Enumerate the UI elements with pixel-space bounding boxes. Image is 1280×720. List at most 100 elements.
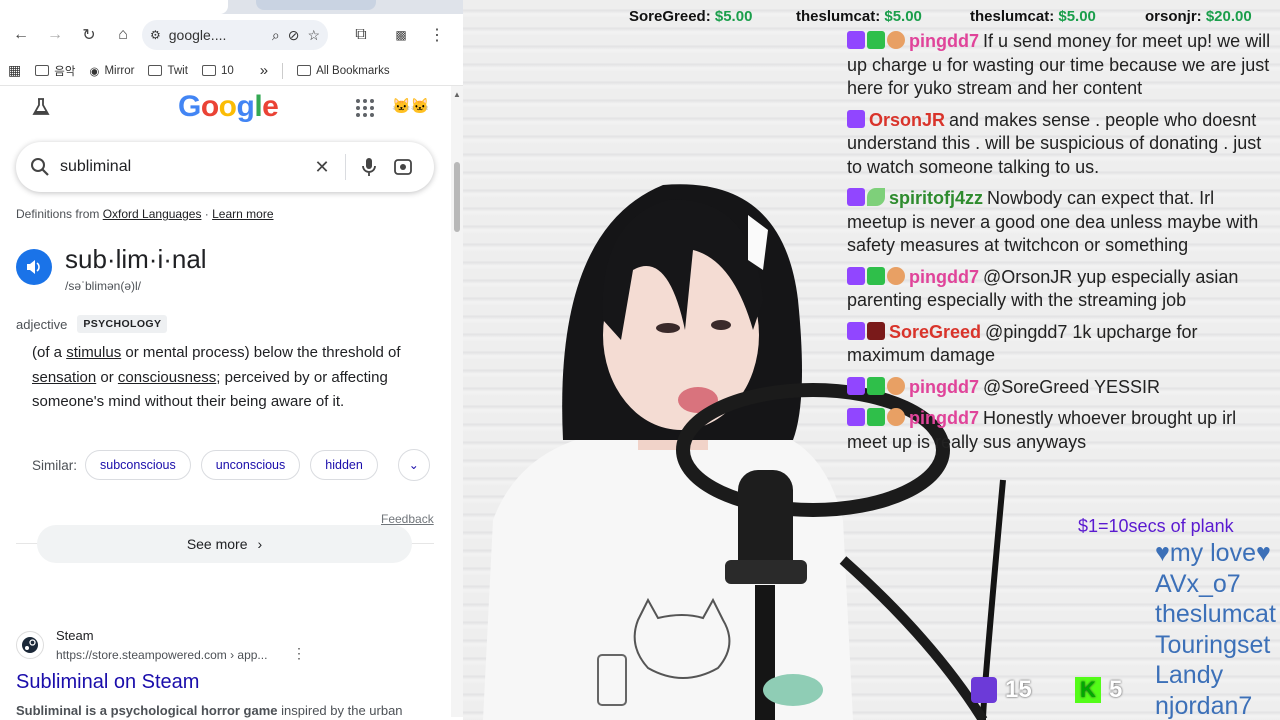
chat-username: pingdd7 — [909, 408, 979, 428]
donor-name: SoreGreed: — [629, 8, 711, 25]
chat-message: SoreGreed @pingdd7 1k upcharge for maximu… — [847, 321, 1277, 368]
bookmarks-overflow-button[interactable]: » — [260, 62, 268, 79]
donor-name: theslumcat: — [970, 8, 1055, 25]
all-bookmarks[interactable]: All Bookmarks — [297, 65, 390, 77]
zoom-icon[interactable]: ⌕ — [272, 27, 280, 44]
result-url[interactable]: https://store.steampowered.com › app... — [56, 648, 267, 662]
scrollbar[interactable]: ▲ — [451, 86, 463, 717]
camera-lens-icon[interactable] — [386, 150, 420, 184]
bookmark-label: 음악 — [54, 65, 76, 78]
site-info-icon[interactable]: ⚙ — [150, 28, 161, 42]
def-link-stimulus[interactable]: stimulus — [66, 344, 121, 361]
google-logo[interactable]: Google — [178, 90, 279, 124]
chat-badge-icon — [887, 31, 905, 49]
extensions-icon[interactable]: ⧉ — [346, 20, 376, 50]
tab-secondary[interactable] — [256, 0, 376, 10]
scroll-up-icon[interactable]: ▲ — [453, 90, 461, 99]
home-icon[interactable]: ⌂ — [108, 20, 138, 50]
def-link-sensation[interactable]: sensation — [32, 369, 96, 386]
def-text: (of a — [32, 344, 67, 361]
folder-icon — [35, 65, 50, 76]
chat-badge-icon — [887, 266, 905, 285]
bookmark-label: Mirror — [104, 64, 135, 77]
see-more-button[interactable]: See more › — [37, 525, 412, 563]
part-of-speech: adjective — [16, 316, 68, 332]
labs-flask-icon[interactable] — [30, 96, 52, 118]
similar-label: Similar: — [32, 457, 78, 473]
chat-message: pingdd7 If u send money for meet up! we w… — [847, 30, 1277, 101]
stream-video: SoreGreed: $5.00 theslumcat: $5.00 thesl… — [463, 0, 1280, 720]
chat-badge-icon — [887, 408, 905, 426]
chat-message: pingdd7 @OrsonJR yup especially asian par… — [847, 266, 1277, 313]
definition-text: (of a stimulus or mental process) below … — [32, 341, 430, 415]
similar-chip[interactable]: unconscious — [200, 450, 301, 480]
reload-icon[interactable]: ↻ — [74, 20, 104, 50]
chat-username: SoreGreed — [889, 321, 982, 342]
browser-toolbar: ← → ↻ ⌂ ⚙ google.... ⌕ ⊘ ☆ ⧉ ▩ ⋮ — [0, 14, 463, 56]
oxford-link[interactable]: Oxford Languages — [103, 207, 202, 221]
donation-amount: $5.00 — [714, 8, 753, 25]
chevron-down-icon[interactable]: ⌄ — [397, 449, 430, 481]
chat-badge-icon — [867, 31, 885, 49]
forward-icon[interactable]: → — [40, 20, 70, 50]
kick-viewers: 5 — [1109, 676, 1123, 703]
feedback-link[interactable]: Feedback — [381, 512, 434, 526]
microphone-icon[interactable] — [352, 150, 386, 184]
bookmark-music[interactable]: 음악 — [35, 63, 75, 79]
def-text: or — [96, 368, 118, 386]
bookmark-twit[interactable]: Twit — [148, 64, 188, 77]
clear-icon[interactable]: ✕ — [305, 150, 339, 184]
def-link-consciousness[interactable]: consciousness — [118, 369, 216, 386]
apps-grid-icon[interactable]: ▦ — [8, 62, 21, 79]
chat-badges — [847, 266, 905, 285]
chat-text: @SoreGreed YESSIR — [983, 376, 1161, 397]
more-options-icon[interactable]: ⋮ — [292, 645, 306, 662]
chat-badge-icon — [847, 321, 865, 340]
bookmark-label: Twit — [167, 64, 188, 77]
scrollbar-thumb[interactable] — [454, 162, 460, 232]
part-of-speech-row: adjective PSYCHOLOGY — [16, 315, 168, 333]
chat-badge-icon — [847, 408, 865, 426]
chat-badge-icon — [847, 31, 865, 49]
divider — [345, 154, 346, 180]
chat-badge-icon — [847, 266, 865, 285]
chat-badge-icon — [867, 266, 885, 285]
address-bar[interactable]: ⚙ google.... ⌕ ⊘ ☆ — [142, 20, 328, 50]
google-header: Google 🐱🐱 — [0, 86, 450, 134]
profile-icon[interactable]: ▩ — [386, 20, 416, 50]
google-apps-icon[interactable] — [356, 99, 374, 117]
chat-badge-icon — [847, 188, 865, 206]
chat-badge-icon — [847, 109, 865, 128]
folder-icon — [297, 65, 312, 76]
donation-item: SoreGreed: $5.00 — [629, 8, 752, 25]
chevron-right-icon: › — [257, 536, 263, 552]
chat-username: pingdd7 — [909, 266, 979, 287]
eye-off-icon[interactable]: ⊘ — [288, 27, 300, 44]
headword: sub·lim·i·nal — [65, 244, 207, 274]
bookmark-mirror[interactable]: ◉ Mirror — [89, 64, 134, 78]
bookmarks-bar: ▦ 음악 ◉ Mirror Twit 10 » All Bookmarks — [0, 56, 463, 86]
chat-badge-icon — [887, 376, 905, 395]
chat-text: @OrsonJR yup especially asian parenting … — [847, 266, 1239, 311]
tab-active[interactable] — [0, 0, 228, 14]
star-icon[interactable]: ☆ — [307, 27, 320, 44]
similar-chip[interactable]: hidden — [310, 450, 378, 480]
credit-name: njordan7 — [1155, 691, 1253, 720]
search-input[interactable]: subliminal — [50, 158, 305, 176]
chat-badge-icon — [867, 376, 885, 395]
globe-icon: ◉ — [89, 65, 100, 78]
result-title-link[interactable]: Subliminal on Steam — [16, 671, 199, 694]
search-box[interactable]: subliminal ✕ — [16, 142, 434, 192]
back-icon[interactable]: ← — [6, 20, 36, 50]
chat-badges — [847, 109, 865, 128]
menu-icon[interactable]: ⋮ — [422, 20, 452, 50]
avatar[interactable]: 🐱🐱 — [392, 97, 430, 117]
divider — [282, 62, 284, 79]
chat-message: pingdd7 Honestly whoever brought up irl m… — [847, 407, 1277, 454]
bookmark-10[interactable]: 10 — [201, 65, 234, 77]
similar-chip[interactable]: subconscious — [85, 450, 191, 480]
pronounce-speaker-icon[interactable] — [16, 249, 52, 285]
learn-more-link[interactable]: Learn more — [212, 207, 273, 221]
kick-icon: K — [1075, 677, 1101, 703]
chat-message: pingdd7 @SoreGreed YESSIR — [847, 376, 1277, 400]
